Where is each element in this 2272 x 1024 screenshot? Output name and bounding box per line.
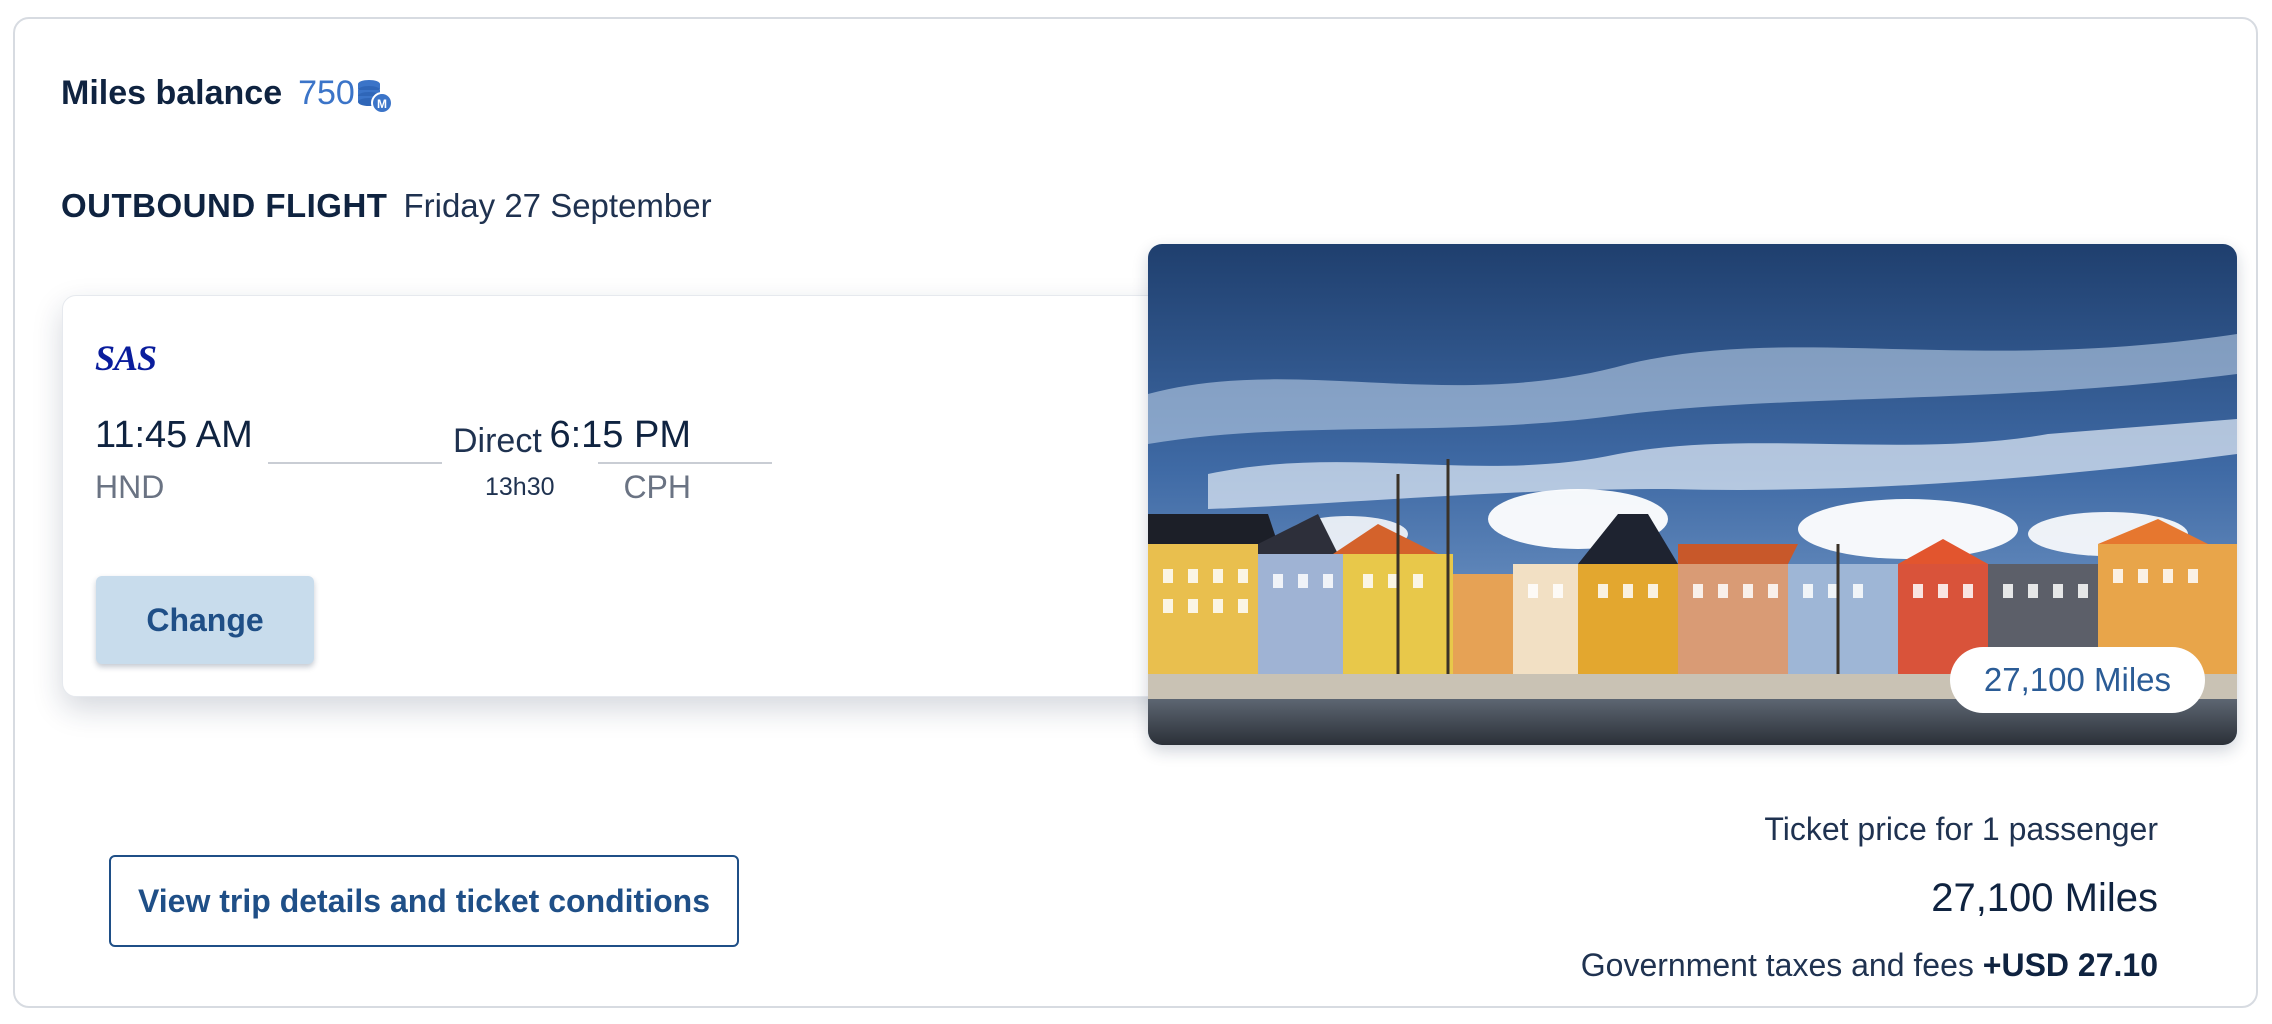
flight-summary-card: Miles balance 750 M OUTBOUND FLIGHT Frid…	[13, 17, 2258, 1008]
arrival-time: 6:15 PM	[549, 414, 691, 456]
arrival-airport: CPH	[623, 469, 691, 505]
miles-balance-value: 750	[298, 73, 355, 112]
outbound-date: Friday 27 September	[403, 187, 712, 224]
sas-logo: SAS	[95, 338, 157, 378]
miles-balance-label: Miles balance	[61, 73, 283, 112]
taxes-fees-label: Government taxes and fees	[1580, 947, 1974, 983]
outbound-heading: OUTBOUND FLIGHT Friday 27 September	[61, 187, 712, 225]
price-caption: Ticket price for 1 passenger	[1764, 811, 2158, 847]
miles-coins-icon: M	[357, 80, 393, 114]
flight-card: SAS 11:45 AM HND Direct 13h30 6:15 PM CP…	[62, 295, 1222, 697]
price-summary: Ticket price for 1 passenger 27,100 Mile…	[1581, 811, 2158, 984]
departure-time: 11:45 AM	[95, 414, 253, 456]
image-miles-badge: 27,100 Miles	[1949, 647, 2205, 713]
view-trip-details-button[interactable]: View trip details and ticket conditions	[109, 855, 739, 947]
route-line-left	[268, 462, 442, 464]
taxes-fees-value: +USD 27.10	[1982, 947, 2158, 983]
miles-balance: Miles balance 750 M	[61, 73, 395, 114]
svg-text:M: M	[377, 97, 387, 111]
outbound-label: OUTBOUND FLIGHT	[61, 187, 388, 224]
change-flight-button[interactable]: Change	[96, 576, 314, 664]
flight-duration: 13h30	[485, 473, 555, 501]
svg-text:SAS: SAS	[95, 338, 156, 378]
departure-airport: HND	[95, 469, 165, 505]
taxes-fees: Government taxes and fees +USD 27.10	[1581, 947, 2158, 984]
route-line-right	[598, 462, 772, 464]
destination-image: 27,100 Miles	[1148, 244, 2237, 745]
price-amount: 27,100 Miles	[1931, 876, 2158, 920]
